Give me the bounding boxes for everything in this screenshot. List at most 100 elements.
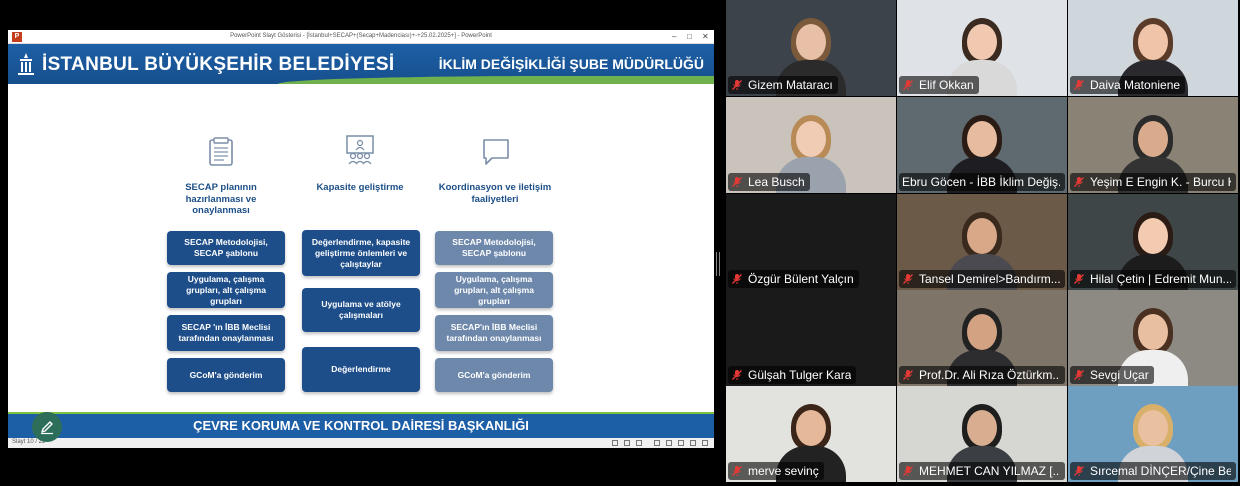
participant-name: Sırcemal DİNÇER/Çine Be... <box>1090 464 1231 478</box>
mic-muted-icon <box>903 274 913 284</box>
box-secap-3: SECAP 'ın İBB Meclisi tarafından onaylan… <box>167 315 285 351</box>
participant-tile[interactable]: MEHMET CAN YILMAZ [... <box>897 386 1067 482</box>
participant-nameplate: Ebru Göcen - İBB İklim Değiş... <box>899 173 1065 191</box>
mic-muted-icon <box>903 466 913 476</box>
annotate-pen-button[interactable] <box>32 412 62 442</box>
participant-nameplate: Daiva Matoniene <box>1070 76 1186 94</box>
participant-nameplate: Yeşim E Engin K. - Burcu K. <box>1070 173 1236 191</box>
participant-nameplate: Hilal Çetin | Edremit Mun... <box>1070 270 1236 288</box>
footer-green-line <box>8 412 714 414</box>
mic-muted-icon <box>732 80 742 90</box>
zoom-icon[interactable] <box>702 440 708 446</box>
organization-name: İSTANBUL BÜYÜKŞEHİR BELEDİYESİ <box>42 54 395 75</box>
box-secap-4: GCoM'a gönderim <box>167 358 285 392</box>
mic-muted-icon <box>1074 80 1084 90</box>
mic-muted-icon <box>1074 274 1084 284</box>
mic-muted-icon <box>732 274 742 284</box>
participant-tile[interactable]: Daiva Matoniene <box>1068 0 1238 96</box>
participant-name: Gülşah Tulger Kara <box>748 368 852 382</box>
close-icon[interactable]: ✕ <box>702 32 709 42</box>
prev-slide-icon[interactable] <box>612 440 618 446</box>
participant-tile[interactable]: Lea Busch <box>726 97 896 193</box>
sorter-view-icon[interactable] <box>666 440 672 446</box>
participant-nameplate: Lea Busch <box>728 173 810 191</box>
reading-view-icon[interactable] <box>678 440 684 446</box>
next-slide-icon[interactable] <box>624 440 630 446</box>
participant-name: Lea Busch <box>748 175 805 189</box>
participant-nameplate: MEHMET CAN YILMAZ [... <box>899 462 1065 480</box>
footer-text: ÇEVRE KORUMA VE KONTROL DAİRESİ BAŞKANLI… <box>193 418 529 433</box>
participant-name: merve sevinç <box>748 464 819 478</box>
participant-tile[interactable]: Gizem Mataracı <box>726 0 896 96</box>
participant-tile[interactable]: Sevgi Uçar <box>1068 290 1238 386</box>
mic-muted-icon <box>903 80 913 90</box>
shared-screen: P PowerPoint Slayt Gösterisi - [İstanbul… <box>8 30 714 448</box>
participant-name: Sevgi Uçar <box>1090 368 1149 382</box>
participant-name: Tansel Demirel>Bandırm... <box>919 272 1060 286</box>
participant-nameplate: Elif Okkan <box>899 76 979 94</box>
box-secap-1: SECAP Metodolojisi, SECAP şablonu <box>167 231 285 265</box>
normal-view-icon[interactable] <box>654 440 660 446</box>
speech-bubble-icon <box>483 139 509 165</box>
participant-tile[interactable]: Sırcemal DİNÇER/Çine Be... <box>1068 386 1238 482</box>
participant-nameplate: Sırcemal DİNÇER/Çine Be... <box>1070 462 1236 480</box>
box-kapasite-3: Değerlendirme <box>302 347 420 392</box>
ibb-logo-icon <box>18 53 34 75</box>
participant-name: Daiva Matoniene <box>1090 78 1181 92</box>
document-icon <box>209 137 233 166</box>
participant-nameplate: Prof.Dr. Ali Rıza Öztürkm... <box>899 366 1065 384</box>
mic-muted-icon <box>732 177 742 187</box>
banner-green-stripe <box>278 76 714 84</box>
powerpoint-titlebar: P PowerPoint Slayt Gösterisi - [İstanbul… <box>8 30 714 44</box>
box-secap-2: Uygulama, çalışma grupları, alt çalışma … <box>167 272 285 308</box>
participant-name: MEHMET CAN YILMAZ [... <box>919 464 1060 478</box>
panel-resize-handle[interactable] <box>716 252 720 276</box>
mic-muted-icon <box>1074 177 1084 187</box>
participant-name: Hilal Çetin | Edremit Mun... <box>1090 272 1231 286</box>
department-name: İKLİM DEĞİŞİKLİĞİ ŞUBE MÜDÜRLÜĞÜ <box>438 56 704 72</box>
participant-name: Elif Okkan <box>919 78 974 92</box>
participant-name: Gizem Mataracı <box>748 78 833 92</box>
box-kapasite-1: Değerlendirme, kapasite geliştirme önlem… <box>302 230 420 276</box>
participant-tile[interactable]: Tansel Demirel>Bandırm... <box>897 194 1067 290</box>
participant-nameplate: merve sevinç <box>728 462 824 480</box>
minimize-icon[interactable]: – <box>672 32 676 42</box>
pen-tool-icon[interactable] <box>636 440 642 446</box>
participant-tile[interactable]: Özgür Bülent Yalçın <box>726 194 896 290</box>
slide-header-banner: İSTANBUL BÜYÜKŞEHİR BELEDİYESİ İKLİM DEĞ… <box>8 44 714 84</box>
participant-nameplate: Özgür Bülent Yalçın <box>728 270 859 288</box>
box-koordinasyon-1: SECAP Metodolojisi, SECAP şablonu <box>435 231 553 265</box>
window-title: PowerPoint Slayt Gösterisi - [İstanbul+S… <box>230 33 492 39</box>
participant-name: Yeşim E Engin K. - Burcu K. <box>1090 175 1231 189</box>
participant-tile[interactable]: Gülşah Tulger Kara <box>726 290 896 386</box>
box-koordinasyon-4: GCoM'a gönderim <box>435 358 553 392</box>
mic-muted-icon <box>732 466 742 476</box>
column-title-secap: SECAP planının hazırlanması ve onaylanma… <box>185 182 257 216</box>
mic-muted-icon <box>1074 370 1084 380</box>
participant-nameplate: Sevgi Uçar <box>1070 366 1154 384</box>
participant-tile[interactable]: Prof.Dr. Ali Rıza Öztürkm... <box>897 290 1067 386</box>
slide-footer: ÇEVRE KORUMA VE KONTROL DAİRESİ BAŞKANLI… <box>8 412 714 438</box>
box-koordinasyon-2: Uygulama, çalışma grupları, alt çalışma … <box>435 272 553 308</box>
mic-muted-icon <box>1074 466 1084 476</box>
presentation-icon <box>346 135 374 165</box>
participant-name: Ebru Göcen - İBB İklim Değiş... <box>902 175 1060 189</box>
box-koordinasyon-3: SECAP'ın İBB Meclisi tarafından onaylanm… <box>435 315 553 351</box>
participant-tile[interactable]: Yeşim E Engin K. - Burcu K. <box>1068 97 1238 193</box>
participant-nameplate: Gülşah Tulger Kara <box>728 366 857 384</box>
maximize-icon[interactable]: □ <box>687 32 692 42</box>
pencil-icon <box>41 421 53 435</box>
slideshow-view-icon[interactable] <box>690 440 696 446</box>
participant-tile[interactable]: Hilal Çetin | Edremit Mun... <box>1068 194 1238 290</box>
box-kapasite-2: Uygulama ve atölye çalışmaları <box>302 288 420 332</box>
participant-name: Prof.Dr. Ali Rıza Öztürkm... <box>919 368 1060 382</box>
slide-content: SECAP planının hazırlanması ve onaylanma… <box>8 84 714 412</box>
participant-nameplate: Tansel Demirel>Bandırm... <box>899 270 1065 288</box>
participant-name: Özgür Bülent Yalçın <box>748 272 854 286</box>
participant-tile[interactable]: Ebru Göcen - İBB İklim Değiş... <box>897 97 1067 193</box>
participant-tile[interactable]: merve sevinç <box>726 386 896 482</box>
column-title-kapasite: Kapasite geliştirme <box>316 182 404 193</box>
column-title-koordinasyon: Koordinasyon ve iletişim faaliyetleri <box>438 182 552 205</box>
participant-tile[interactable]: Elif Okkan <box>897 0 1067 96</box>
participant-nameplate: Gizem Mataracı <box>728 76 838 94</box>
